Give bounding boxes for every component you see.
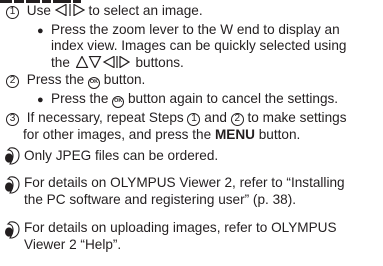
step-2-text-a: Press the — [26, 72, 85, 87]
note-icon — [5, 176, 20, 194]
step-1-text-a: Use — [26, 3, 51, 18]
ok-button-icon: OK — [87, 76, 100, 89]
note-icon — [5, 221, 20, 239]
step-2-sub-line: Press the OK button again to cancel the … — [51, 91, 339, 108]
left-right-arrows-icon — [54, 4, 85, 16]
note-2-line-2: the PC software and registering user” (p… — [24, 192, 297, 207]
step-number-badge: 2 — [6, 74, 19, 88]
step-number-badge: 3 — [6, 112, 19, 126]
step-ref-badge: 1 — [187, 112, 201, 126]
ok-button-icon: OK — [112, 95, 125, 108]
note-1-line-1: Only JPEG files can be ordered. — [24, 148, 219, 163]
step-1-text-b: to select an image. — [88, 3, 203, 18]
step-number-badge: 1 — [6, 5, 19, 19]
menu-label: MENU — [214, 127, 255, 142]
bullet-icon: ● — [37, 94, 44, 106]
step-ref-badge: 2 — [230, 112, 244, 126]
note-3-line-2: Viewer 2 “Help”. — [24, 237, 122, 252]
note-2-line-1: For details on OLYMPUS Viewer 2, refer t… — [24, 175, 345, 190]
step-3-line-2: for other images, and press the MENU but… — [23, 127, 301, 142]
note-3-line-1: For details on uploading images, refer t… — [24, 220, 337, 235]
bullet-icon: ● — [37, 25, 44, 37]
step-1-sub-line-3: the buttons. — [51, 55, 184, 70]
step-1: 1 Use to select an image. — [6, 3, 203, 19]
step-3-line-1: 3 If necessary, repeat Steps 1 and 2 to … — [6, 110, 347, 126]
step-1-sub-line-1: Press the zoom lever to the W end to dis… — [51, 22, 340, 37]
step-2-text-b: button. — [103, 72, 146, 87]
step-1-sub-line-2: index view. Images can be quickly select… — [51, 38, 347, 53]
step-2: 2 Press the OK button. — [6, 72, 145, 89]
up-down-left-right-arrows-icon — [75, 56, 130, 68]
note-icon — [5, 147, 20, 165]
